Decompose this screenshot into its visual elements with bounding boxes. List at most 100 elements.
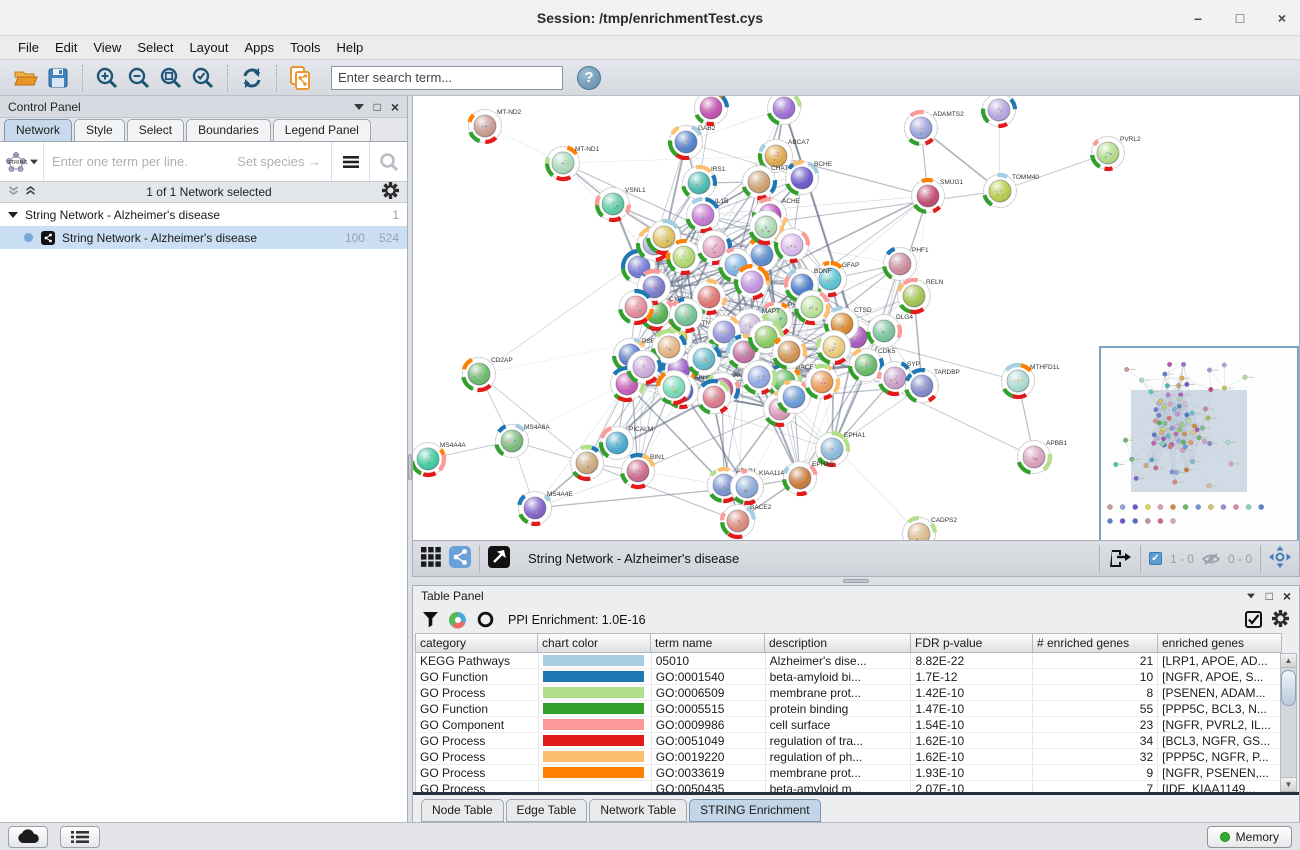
menu-help[interactable]: Help — [329, 37, 372, 58]
cell-category: GO Process — [416, 733, 539, 748]
table-row[interactable]: GO FunctionGO:0001540beta-amyloid bi...1… — [416, 669, 1282, 685]
tab-select[interactable]: Select — [127, 119, 184, 141]
table-row[interactable]: GO ProcessGO:0019220regulation of ph...1… — [416, 749, 1282, 765]
expand-all-icon[interactable] — [25, 185, 36, 199]
string-term-input[interactable] — [44, 154, 237, 169]
memory-button[interactable]: Memory — [1207, 826, 1292, 848]
minimize-button[interactable]: – — [1190, 10, 1206, 26]
cell-gene-count: 23 — [1033, 717, 1158, 732]
svg-text:BACE2: BACE2 — [750, 504, 772, 511]
zoom-out-icon[interactable] — [123, 63, 155, 93]
close-panel-icon[interactable]: × — [391, 99, 399, 115]
search-input[interactable] — [331, 66, 563, 90]
tab-boundaries[interactable]: Boundaries — [186, 119, 271, 141]
help-icon[interactable]: ? — [577, 66, 601, 90]
table-row[interactable]: GO ProcessGO:0006509membrane prot...1.42… — [416, 685, 1282, 701]
tab-network-table[interactable]: Network Table — [589, 799, 687, 822]
column-header-category[interactable]: category — [415, 633, 538, 653]
network-collection-row[interactable]: String Network - Alzheimer's disease 1 — [0, 203, 407, 226]
chart-color-swatch — [543, 767, 644, 778]
open-file-button[interactable] — [10, 63, 42, 93]
close-button[interactable]: × — [1274, 10, 1290, 26]
task-list-button[interactable] — [60, 826, 100, 848]
tab-string-enrichment[interactable]: STRING Enrichment — [689, 799, 820, 822]
ring-chart-icon[interactable] — [477, 611, 494, 628]
menu-layout[interactable]: Layout — [181, 37, 236, 58]
table-row[interactable]: GO ProcessGO:0050435beta-amyloid m...2.0… — [416, 781, 1282, 792]
network-row[interactable]: String Network - Alzheimer's disease 100… — [0, 226, 407, 249]
cell-category: GO Function — [416, 701, 539, 716]
svg-text:BDNF: BDNF — [814, 268, 832, 275]
svg-text:SYP: SYP — [907, 361, 920, 368]
menu-edit[interactable]: Edit — [47, 37, 85, 58]
network-options-gear-icon[interactable] — [382, 182, 399, 202]
navigator-icon[interactable] — [1269, 546, 1291, 571]
column-header--enriched-genes[interactable]: # enriched genes — [1033, 633, 1158, 653]
column-header-chart-color[interactable]: chart color — [538, 633, 651, 653]
column-header-term-name[interactable]: term name — [651, 633, 765, 653]
string-view-icon[interactable] — [449, 546, 471, 571]
refresh-icon[interactable] — [236, 63, 268, 93]
enrichment-toolbar: PPI Enrichment: 1.0E-16 — [413, 606, 1299, 633]
query-search-icon[interactable] — [369, 142, 407, 181]
query-options-icon[interactable] — [331, 142, 369, 181]
tab-edge-table[interactable]: Edge Table — [506, 799, 588, 822]
cell-chart-color — [539, 717, 652, 732]
export-network-icon[interactable] — [1108, 546, 1132, 571]
scrollbar-thumb[interactable] — [1281, 670, 1296, 706]
menu-tools[interactable]: Tools — [282, 37, 328, 58]
filter-icon[interactable] — [423, 612, 439, 628]
zoom-in-icon[interactable] — [91, 63, 123, 93]
tab-legend-panel[interactable]: Legend Panel — [273, 119, 371, 141]
network-from-clipboard-icon[interactable] — [285, 63, 317, 93]
string-protein-query-icon[interactable]: STRING — [0, 142, 44, 181]
table-scrollbar[interactable]: ▲ ▼ — [1280, 653, 1297, 792]
ppi-enrichment-label: PPI Enrichment: 1.0E-16 — [508, 613, 1235, 627]
svg-text:CADPS2: CADPS2 — [931, 517, 957, 524]
table-close-icon[interactable]: × — [1283, 588, 1291, 604]
cell-enriched-genes: [NGFR, PVRL2, IL... — [1158, 717, 1282, 732]
chart-color-swatch — [543, 751, 644, 762]
cloud-tasks-button[interactable] — [8, 826, 48, 848]
save-session-button[interactable] — [42, 63, 74, 93]
table-panel-menu-icon[interactable] — [1247, 594, 1255, 599]
table-float-icon[interactable]: □ — [1266, 589, 1273, 603]
float-panel-icon[interactable]: □ — [374, 100, 381, 114]
svg-text:ABCA7: ABCA7 — [788, 139, 810, 146]
set-species-hint[interactable]: Set species → — [237, 154, 321, 169]
table-row[interactable]: KEGG Pathways05010Alzheimer's dise...8.8… — [416, 653, 1282, 669]
cell-enriched-genes: [NGFR, PSENEN,... — [1158, 765, 1282, 780]
maximize-button[interactable]: □ — [1232, 10, 1248, 26]
tab-node-table[interactable]: Node Table — [421, 799, 504, 822]
zoom-selected-icon[interactable] — [187, 63, 219, 93]
menu-apps[interactable]: Apps — [237, 37, 283, 58]
scroll-up-icon[interactable]: ▲ — [1281, 654, 1296, 668]
zoom-fit-icon[interactable] — [155, 63, 187, 93]
tab-network[interactable]: Network — [4, 119, 72, 141]
collapse-all-icon[interactable] — [8, 185, 19, 199]
select-columns-icon[interactable] — [1245, 611, 1262, 628]
chart-donut-icon[interactable] — [449, 611, 467, 629]
grid-mode-icon[interactable] — [421, 547, 441, 570]
table-row[interactable]: GO ProcessGO:0033619membrane prot...1.93… — [416, 765, 1282, 781]
menu-file[interactable]: File — [10, 37, 47, 58]
cell-chart-color — [539, 749, 652, 764]
table-row[interactable]: GO ProcessGO:0051049regulation of tra...… — [416, 733, 1282, 749]
menu-select[interactable]: Select — [129, 37, 181, 58]
detach-view-icon[interactable] — [488, 546, 510, 571]
table-row[interactable]: GO ComponentGO:0009986cell surface1.54E-… — [416, 717, 1282, 733]
scroll-down-icon[interactable]: ▼ — [1281, 777, 1296, 791]
svg-text:TARDBP: TARDBP — [934, 369, 960, 376]
column-header-enriched-genes[interactable]: enriched genes — [1158, 633, 1282, 653]
panel-menu-icon[interactable] — [354, 104, 364, 110]
tab-style[interactable]: Style — [74, 119, 125, 141]
svg-text:BCHE: BCHE — [814, 161, 833, 168]
birdseye-view[interactable] — [1099, 346, 1299, 544]
table-splitter[interactable] — [412, 577, 1300, 585]
expand-caret-icon[interactable] — [8, 211, 18, 219]
table-row[interactable]: GO FunctionGO:0005515protein binding1.47… — [416, 701, 1282, 717]
column-header-fdr-p-value[interactable]: FDR p-value — [911, 633, 1033, 653]
enrichment-settings-gear-icon[interactable] — [1272, 610, 1289, 630]
column-header-description[interactable]: description — [765, 633, 911, 653]
menu-view[interactable]: View — [85, 37, 129, 58]
